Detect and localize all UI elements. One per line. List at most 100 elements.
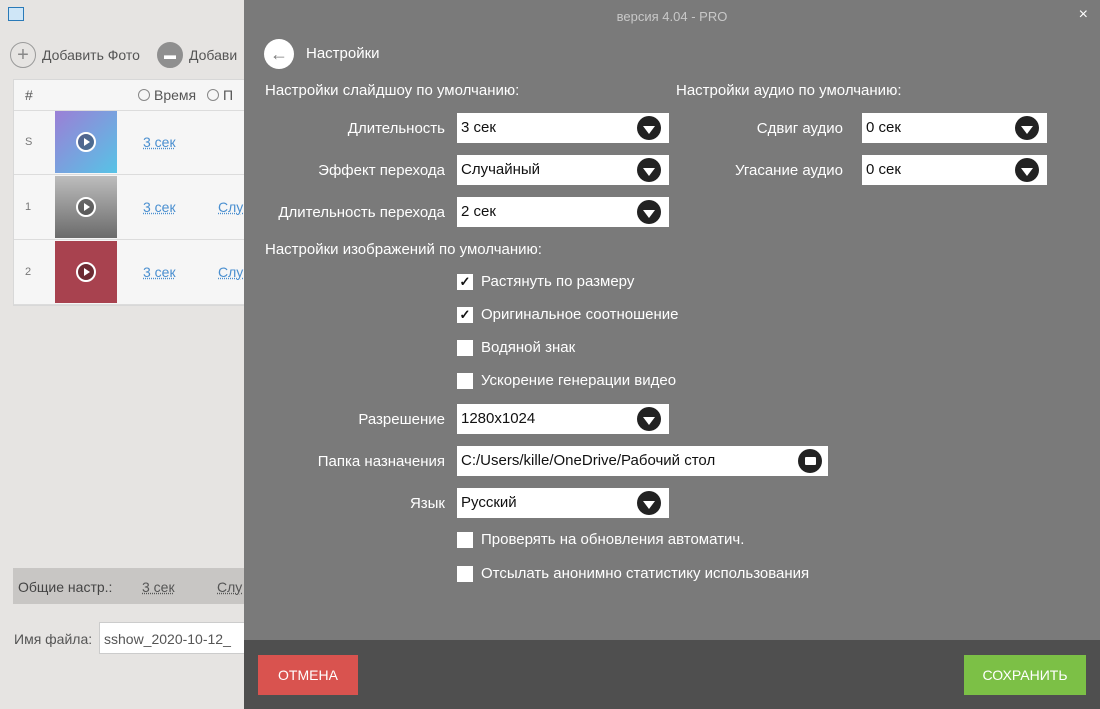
row-number: S xyxy=(25,136,33,148)
language-select[interactable]: Русский xyxy=(457,488,669,518)
resolution-select[interactable]: 1280x1024 xyxy=(457,404,669,434)
chevron-down-icon[interactable] xyxy=(1015,116,1039,140)
slide-duration[interactable]: 3 сек xyxy=(143,199,176,215)
slide-list-header: # Время П xyxy=(14,80,254,111)
audio-fade-label: Угасание аудио xyxy=(734,162,843,179)
general-settings-label: Общие настр.: xyxy=(18,579,113,595)
row-number: 2 xyxy=(25,266,32,278)
add-folder-button[interactable]: ▬ Добави xyxy=(157,42,237,68)
dialog-footer: ОТМЕНА СОХРАНИТЬ xyxy=(244,640,1100,709)
column-time[interactable]: Время xyxy=(138,87,196,103)
chevron-down-icon[interactable] xyxy=(1015,158,1039,182)
column-number: # xyxy=(25,87,33,103)
column-time-label: Время xyxy=(154,87,197,103)
acceleration-checkbox[interactable]: Ускорение генерации видео xyxy=(457,372,676,389)
send-stats-checkbox[interactable]: Отсылать анонимно статистику использован… xyxy=(457,565,809,582)
plus-icon: + xyxy=(10,42,36,68)
audio-shift-label: Сдвиг аудио xyxy=(756,120,843,137)
aspect-ratio-label: Оригинальное соотношение xyxy=(481,306,679,323)
send-stats-label: Отсылать анонимно статистику использован… xyxy=(481,565,810,582)
language-value: Русский xyxy=(461,494,517,511)
audio-shift-select[interactable]: 0 сек xyxy=(862,113,1047,143)
dialog-title: Настройки xyxy=(306,45,380,62)
transition-duration-value: 2 сек xyxy=(461,203,496,220)
chevron-down-icon[interactable] xyxy=(637,491,661,515)
chevron-down-icon[interactable] xyxy=(637,200,661,224)
transition-duration-select[interactable]: 2 сек xyxy=(457,197,669,227)
add-photo-button[interactable]: + Добавить Фото xyxy=(10,42,140,68)
checkbox-checked[interactable]: ✓ xyxy=(457,273,473,290)
slide-list: # Время П S 3 сек 1 3 сек Слу 2 3 сек Сл… xyxy=(13,79,255,306)
add-photo-label: Добавить Фото xyxy=(42,47,140,63)
settings-dialog: версия 4.04 - PRO × ← Настройки Настройк… xyxy=(244,0,1100,709)
duration-select[interactable]: 3 сек xyxy=(457,113,669,143)
slide-thumbnail[interactable] xyxy=(55,111,117,173)
audio-heading: Настройки аудио по умолчанию: xyxy=(676,82,902,99)
table-row[interactable]: S 3 сек xyxy=(14,110,254,175)
add-folder-label: Добави xyxy=(189,47,238,63)
slide-duration[interactable]: 3 сек xyxy=(143,264,176,280)
table-row[interactable]: 1 3 сек Слу xyxy=(14,175,254,240)
transition-icon xyxy=(207,89,219,101)
chevron-down-icon[interactable] xyxy=(637,407,661,431)
clock-icon xyxy=(138,89,150,101)
general-settings-bar: Общие настр.: 3 сек Слу xyxy=(13,568,255,604)
filename-label: Имя файла: xyxy=(14,631,93,647)
duration-label: Длительность xyxy=(347,120,445,137)
stretch-label: Растянуть по размеру xyxy=(481,273,635,290)
general-duration[interactable]: 3 сек xyxy=(142,579,175,595)
slide-effect[interactable]: Слу xyxy=(218,199,243,215)
folder-browse-icon[interactable] xyxy=(798,449,822,473)
watermark-label: Водяной знак xyxy=(481,339,576,356)
filename-input[interactable]: sshow_2020-10-12_ xyxy=(99,622,259,654)
slide-thumbnail[interactable] xyxy=(55,241,117,303)
check-updates-label: Проверять на обновления автоматич. xyxy=(481,531,745,548)
column-transition[interactable]: П xyxy=(207,87,233,103)
table-row[interactable]: 2 3 сек Слу xyxy=(14,240,254,305)
audio-fade-value: 0 сек xyxy=(866,161,901,178)
version-label: версия 4.04 - PRO xyxy=(616,9,728,24)
destination-folder-label: Папка назначения xyxy=(317,453,445,470)
duration-value: 3 сек xyxy=(461,119,496,136)
check-updates-checkbox[interactable]: Проверять на обновления автоматич. xyxy=(457,531,744,548)
checkbox-unchecked[interactable] xyxy=(457,565,473,582)
chevron-down-icon[interactable] xyxy=(637,116,661,140)
watermark-checkbox[interactable]: Водяной знак xyxy=(457,339,575,356)
checkbox-unchecked[interactable] xyxy=(457,339,473,356)
stretch-checkbox[interactable]: ✓ Растянуть по размеру xyxy=(457,273,634,290)
back-arrow-icon[interactable]: ← xyxy=(264,39,294,69)
save-button[interactable]: СОХРАНИТЬ xyxy=(964,655,1086,695)
play-icon[interactable] xyxy=(76,262,96,282)
column-transition-label: П xyxy=(223,87,234,103)
cancel-button[interactable]: ОТМЕНА xyxy=(258,655,358,695)
resolution-label: Разрешение xyxy=(358,411,445,428)
play-icon[interactable] xyxy=(76,132,96,152)
transition-effect-select[interactable]: Случайный xyxy=(457,155,669,185)
chevron-down-icon[interactable] xyxy=(637,158,661,182)
acceleration-label: Ускорение генерации видео xyxy=(481,372,677,389)
slide-effect[interactable]: Слу xyxy=(218,264,243,280)
app-icon xyxy=(8,7,24,21)
checkbox-unchecked[interactable] xyxy=(457,531,473,548)
language-label: Язык xyxy=(409,495,445,512)
row-number: 1 xyxy=(25,201,32,213)
audio-fade-select[interactable]: 0 сек xyxy=(862,155,1047,185)
slideshow-heading: Настройки слайдшоу по умолчанию: xyxy=(265,82,520,99)
aspect-ratio-checkbox[interactable]: ✓ Оригинальное соотношение xyxy=(457,306,678,323)
transition-duration-label: Длительность перехода xyxy=(278,204,445,221)
general-effect[interactable]: Слу xyxy=(217,579,242,595)
transition-effect-label: Эффект перехода xyxy=(318,162,445,179)
destination-folder-input[interactable]: C:/Users/kille/OneDrive/Рабочий стол xyxy=(457,446,828,476)
close-icon[interactable]: × xyxy=(1079,6,1088,24)
play-icon[interactable] xyxy=(76,197,96,217)
checkbox-checked[interactable]: ✓ xyxy=(457,306,473,323)
audio-shift-value: 0 сек xyxy=(866,119,901,136)
main-window-background: + Добавить Фото ▬ Добави # Время П S 3 с… xyxy=(0,0,260,709)
resolution-value: 1280x1024 xyxy=(461,410,536,427)
checkbox-unchecked[interactable] xyxy=(457,372,473,389)
destination-folder-value: C:/Users/kille/OneDrive/Рабочий стол xyxy=(461,452,716,469)
slide-thumbnail[interactable] xyxy=(55,176,117,238)
images-heading: Настройки изображений по умолчанию: xyxy=(265,241,542,258)
folder-icon: ▬ xyxy=(157,42,183,68)
slide-duration[interactable]: 3 сек xyxy=(143,134,176,150)
